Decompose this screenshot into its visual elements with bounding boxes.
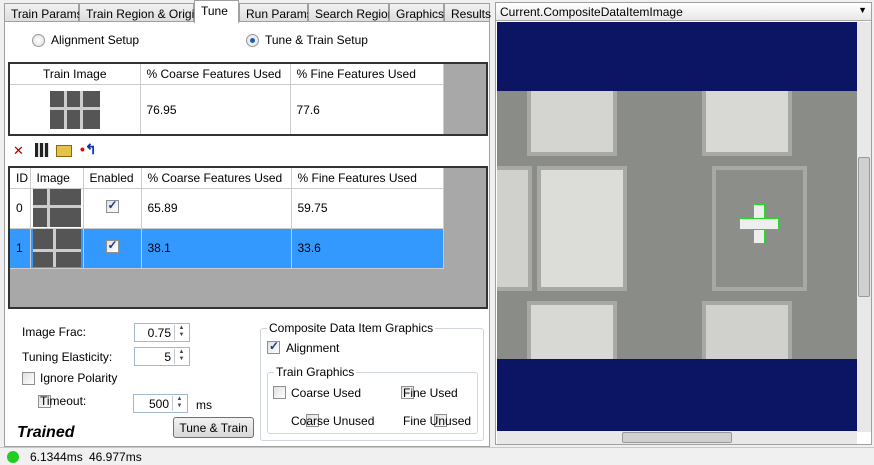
- tune-train-setup-label: Tune & Train Setup: [265, 33, 368, 47]
- coarse-unused-label: Coarse Unused: [291, 414, 375, 428]
- fine-value: 77.6: [290, 84, 444, 134]
- tab-tune[interactable]: Tune: [194, 0, 239, 23]
- open-folder-icon[interactable]: [56, 145, 72, 157]
- train-image-thumbnail: [50, 90, 100, 129]
- elasticity-label: Tuning Elasticity:: [22, 350, 113, 364]
- coarse-value: 38.1: [141, 228, 292, 269]
- spinner-arrows-icon[interactable]: ▲ ▼: [174, 325, 188, 340]
- timeout-input[interactable]: 500 ▲ ▼: [133, 394, 188, 413]
- tab-search-region[interactable]: Search Region: [308, 3, 394, 22]
- tab-results[interactable]: Results: [444, 3, 491, 22]
- delete-icon[interactable]: ✕: [13, 143, 24, 159]
- timeout-label: Timeout:: [40, 394, 87, 408]
- tune-train-button[interactable]: Tune & Train: [173, 417, 254, 438]
- col-id: ID: [10, 168, 31, 189]
- scroll-thumb[interactable]: [858, 157, 870, 297]
- timeout-value: 500: [148, 397, 169, 411]
- items-table: ID Image Enabled% Coarse Features Used% Fi…: [8, 166, 488, 309]
- fine-value: 59.75: [291, 188, 444, 229]
- timeout-unit: ms: [196, 398, 212, 412]
- image-viewer: Current.CompositeDataItemImage ▼: [495, 2, 872, 445]
- col-fine: % Fine Features Used: [290, 64, 444, 85]
- composite-graphics-title: Composite Data Item Graphics: [267, 321, 436, 335]
- coarse-value: 76.95: [140, 84, 291, 134]
- tab-run-params[interactable]: Run Params: [239, 3, 313, 22]
- image-frac-value: 0.75: [147, 326, 171, 340]
- vertical-scrollbar[interactable]: [857, 22, 871, 432]
- train-image-table: Train Image% Coarse Features Used% Fine …: [8, 62, 488, 136]
- item-thumbnail: [32, 229, 81, 267]
- image-frac-label: Image Frac:: [22, 325, 87, 339]
- spinner-arrows-icon[interactable]: ▲ ▼: [174, 349, 188, 364]
- tune-panel: Alignment Setup Tune & Train Setup Train…: [4, 21, 490, 447]
- col-coarse: % Coarse Features Used: [140, 64, 291, 85]
- camera-image: [497, 91, 857, 359]
- elasticity-value: 5: [164, 350, 171, 364]
- ignore-polarity-label: Ignore Polarity: [40, 371, 118, 385]
- viewer-source-dropdown[interactable]: Current.CompositeDataItemImage ▼: [496, 3, 871, 21]
- fine-used-label: Fine Used: [403, 386, 458, 400]
- spinner-arrows-icon[interactable]: ▲ ▼: [172, 396, 186, 411]
- enabled-checkbox[interactable]: [105, 238, 119, 253]
- train-graphics-title: Train Graphics: [274, 365, 357, 379]
- row-id: 0: [10, 188, 31, 229]
- elasticity-input[interactable]: 5 ▲ ▼: [134, 347, 190, 366]
- status-bar: 6.1344ms 46.977ms: [0, 447, 874, 465]
- col-fine: % Fine Features Used: [291, 168, 444, 189]
- alignment-label: Alignment: [286, 341, 340, 355]
- import-icon[interactable]: •↰: [80, 141, 97, 158]
- status-indicator-icon: [7, 451, 19, 463]
- alignment-checkbox[interactable]: [267, 339, 280, 354]
- status-time-2: 46.977ms: [89, 450, 142, 464]
- save-icon[interactable]: [35, 143, 49, 157]
- train-graphics-group: Train Graphics Coarse Used Fine Used Coa…: [267, 365, 478, 434]
- alignment-setup-label: Alignment Setup: [51, 33, 140, 47]
- ignore-polarity-checkbox[interactable]: [22, 372, 35, 385]
- chevron-down-icon[interactable]: ▼: [858, 5, 867, 15]
- fine-value: 33.6: [291, 228, 444, 269]
- image-frac-input[interactable]: 0.75 ▲ ▼: [134, 323, 190, 342]
- coarse-used-checkbox[interactable]: [273, 386, 286, 399]
- tab-graphics[interactable]: Graphics: [389, 3, 444, 22]
- coarse-used-label: Coarse Used: [291, 386, 362, 400]
- item-thumbnail: [32, 189, 81, 227]
- col-coarse: % Coarse Features Used: [141, 168, 292, 189]
- tab-strip: Train Params Train Region & Origin Tune …: [4, 0, 491, 23]
- composite-graphics-group: Composite Data Item Graphics Alignment T…: [260, 321, 484, 441]
- tune-train-setup-radio[interactable]: [246, 34, 259, 47]
- table-row[interactable]: 1 38.133.6: [10, 228, 444, 269]
- fine-unused-label: Fine Unused: [403, 414, 472, 428]
- table-row[interactable]: 76.95 77.6: [10, 84, 444, 134]
- col-train-image: Train Image: [10, 64, 141, 85]
- coarse-value: 65.89: [141, 188, 292, 229]
- horizontal-scrollbar[interactable]: [497, 431, 857, 444]
- alignment-setup-radio[interactable]: [32, 34, 45, 47]
- alignment-cross-overlay-h: [739, 218, 779, 230]
- tab-train-params[interactable]: Train Params: [4, 3, 83, 22]
- trained-status-label: Trained: [17, 424, 75, 441]
- status-time-1: 6.1344ms: [30, 450, 83, 464]
- viewer-title: Current.CompositeDataItemImage: [500, 5, 683, 19]
- col-enabled: Enabled: [83, 168, 142, 189]
- enabled-checkbox[interactable]: [105, 198, 119, 213]
- row-id: 1: [10, 228, 31, 269]
- table-row[interactable]: 0 65.8959.75: [10, 188, 444, 229]
- scroll-thumb[interactable]: [622, 432, 732, 443]
- image-canvas[interactable]: [497, 22, 857, 432]
- tab-train-region-origin[interactable]: Train Region & Origin: [79, 3, 201, 22]
- col-image: Image: [30, 168, 84, 189]
